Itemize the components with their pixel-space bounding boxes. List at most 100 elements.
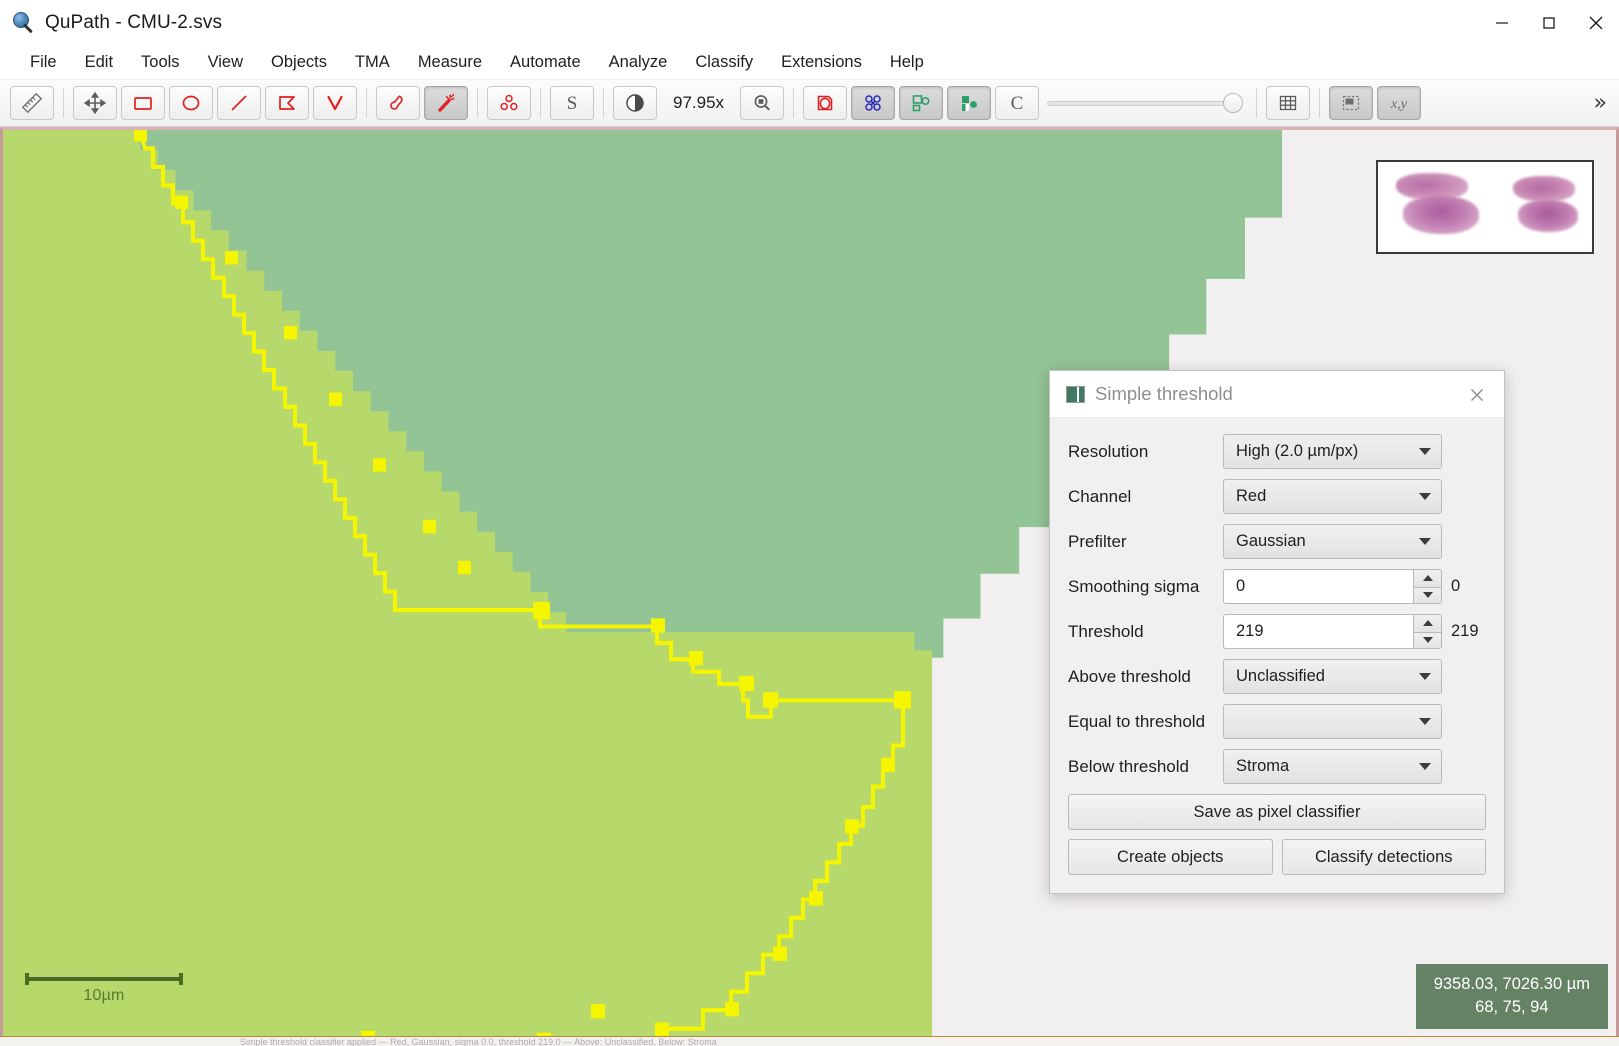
menu-view[interactable]: View xyxy=(194,49,257,76)
below-threshold-combo[interactable]: Stroma xyxy=(1223,749,1442,784)
toolbar: S 97.95x C x,y » xyxy=(0,80,1619,127)
threshold-label: Threshold xyxy=(1068,621,1144,641)
menu-automate[interactable]: Automate xyxy=(496,49,595,76)
slide-overview-thumbnail[interactable] xyxy=(1376,160,1594,254)
spinner-down-icon[interactable] xyxy=(1413,586,1442,604)
chevron-down-icon xyxy=(1419,763,1431,770)
maximize-icon[interactable] xyxy=(1525,0,1572,46)
smoothing-sigma-row: Smoothing sigma 0 0 xyxy=(1068,569,1486,604)
menu-tools[interactable]: Tools xyxy=(127,49,194,76)
prefilter-combo[interactable]: Gaussian xyxy=(1223,524,1442,559)
equal-to-threshold-row: Equal to threshold xyxy=(1068,704,1486,739)
line-icon[interactable] xyxy=(217,86,261,120)
show-pixel-classification-icon[interactable] xyxy=(947,86,992,120)
below-threshold-row: Below threshold Stroma xyxy=(1068,749,1486,784)
ellipse-icon[interactable] xyxy=(169,86,213,120)
chevron-down-icon xyxy=(1419,493,1431,500)
prefilter-label: Prefilter xyxy=(1068,531,1127,551)
qupath-logo-icon xyxy=(13,12,35,34)
spinner-up-icon[interactable] xyxy=(1413,569,1442,587)
show-classification-icon[interactable] xyxy=(899,86,944,120)
toolbar-separator xyxy=(63,88,64,118)
menu-measure[interactable]: Measure xyxy=(404,49,496,76)
menu-objects[interactable]: Objects xyxy=(257,49,341,76)
channel-label: Channel xyxy=(1068,486,1132,506)
overview-icon[interactable] xyxy=(1329,86,1374,120)
annotation-vertex-handles xyxy=(134,130,911,1043)
brush-icon[interactable] xyxy=(376,86,420,120)
smoothing-sigma-label: Smoothing sigma xyxy=(1068,576,1200,596)
above-threshold-combo[interactable]: Unclassified xyxy=(1223,659,1442,694)
toolbar-overflow-button[interactable]: » xyxy=(1588,91,1613,116)
toolbar-separator xyxy=(1319,88,1321,118)
prefilter-value: Gaussian xyxy=(1236,532,1306,550)
below-threshold-label: Below threshold xyxy=(1068,756,1189,776)
threshold-spin-buttons xyxy=(1413,614,1442,649)
minimize-icon[interactable] xyxy=(1478,0,1525,46)
classify-detections-button[interactable]: Classify detections xyxy=(1281,839,1486,875)
show-annotations-icon[interactable] xyxy=(803,86,848,120)
grid-icon[interactable] xyxy=(1266,86,1311,120)
create-objects-button[interactable]: Create objects xyxy=(1068,839,1273,875)
chevron-down-icon xyxy=(1419,448,1431,455)
chevron-down-icon xyxy=(1419,718,1431,725)
ruler-icon[interactable] xyxy=(10,86,54,120)
show-detections-icon[interactable] xyxy=(851,86,896,120)
thumbnail-tissue-2 xyxy=(1403,196,1479,234)
resolution-row: Resolution High (2.0 µm/px) xyxy=(1068,434,1486,469)
thumbnail-tissue-3 xyxy=(1513,176,1575,202)
threshold-row: Threshold 219 219 xyxy=(1068,614,1486,649)
simple-threshold-dialog[interactable]: Simple threshold Resolution High (2.0 µm… xyxy=(1049,370,1505,894)
threshold-input[interactable]: 219 xyxy=(1223,614,1413,649)
channel-value: Red xyxy=(1236,487,1267,505)
move-icon[interactable] xyxy=(73,86,117,120)
window-controls xyxy=(1478,0,1619,46)
menubar: File Edit Tools View Objects TMA Measure… xyxy=(0,46,1619,80)
close-icon[interactable] xyxy=(1572,0,1619,46)
equal-to-threshold-combo[interactable] xyxy=(1223,704,1442,739)
script-letter-s-icon[interactable]: S xyxy=(550,86,594,120)
menu-analyze[interactable]: Analyze xyxy=(595,49,682,76)
threshold-readout: 219 xyxy=(1451,622,1479,640)
threshold-stepper[interactable]: 219 xyxy=(1223,614,1442,649)
cursor-coordinates: 9358.03, 7026.30 µm xyxy=(1433,975,1590,994)
points-icon[interactable] xyxy=(487,86,531,120)
thumbnail-tissue-4 xyxy=(1518,200,1578,232)
close-icon[interactable] xyxy=(1450,371,1504,418)
resolution-combo[interactable]: High (2.0 µm/px) xyxy=(1223,434,1442,469)
cursor-pixel-values: 68, 75, 94 xyxy=(1475,998,1549,1017)
smoothing-sigma-input[interactable]: 0 xyxy=(1223,569,1413,604)
opacity-slider[interactable] xyxy=(1047,86,1244,120)
menu-tma[interactable]: TMA xyxy=(341,49,404,76)
location-xy-icon[interactable]: x,y xyxy=(1377,86,1422,120)
window-title: QuPath - CMU-2.svs xyxy=(45,12,223,33)
spinner-down-icon[interactable] xyxy=(1413,631,1442,649)
polygon-icon[interactable] xyxy=(265,86,309,120)
smoothing-sigma-readout: 0 xyxy=(1451,577,1461,595)
rectangle-icon[interactable] xyxy=(121,86,165,120)
window-title-group: QuPath - CMU-2.svs xyxy=(0,12,222,34)
wand-icon[interactable] xyxy=(424,86,468,120)
menu-extensions[interactable]: Extensions xyxy=(767,49,876,76)
toolbar-separator xyxy=(603,88,604,118)
dialog-titlebar: Simple threshold xyxy=(1050,371,1504,418)
smoothing-sigma-stepper[interactable]: 0 xyxy=(1223,569,1442,604)
save-as-pixel-classifier-button[interactable]: Save as pixel classifier xyxy=(1068,794,1486,830)
equal-to-threshold-label: Equal to threshold xyxy=(1068,711,1206,731)
cursor-location-overlay: 9358.03, 7026.30 µm 68, 75, 94 xyxy=(1415,964,1608,1029)
toolbar-separator xyxy=(793,88,795,118)
brightness-contrast-icon[interactable] xyxy=(613,86,657,120)
menu-classify[interactable]: Classify xyxy=(681,49,767,76)
classification-c-icon[interactable]: C xyxy=(995,86,1040,120)
polyline-icon[interactable] xyxy=(313,86,357,120)
below-threshold-value: Stroma xyxy=(1236,757,1290,775)
slider-knob[interactable] xyxy=(1223,93,1244,113)
channel-combo[interactable]: Red xyxy=(1223,479,1442,514)
menu-edit[interactable]: Edit xyxy=(71,49,127,76)
spinner-up-icon[interactable] xyxy=(1413,614,1442,632)
menu-file[interactable]: File xyxy=(16,49,71,76)
menu-help[interactable]: Help xyxy=(876,49,938,76)
image-viewer[interactable]: 10µm 9358.03, 7026.30 µm 68, 75, 94 Simp… xyxy=(0,127,1619,1046)
zoom-to-fit-icon[interactable] xyxy=(740,86,785,120)
status-bar: Simple threshold classifier applied — Re… xyxy=(0,1036,1619,1046)
